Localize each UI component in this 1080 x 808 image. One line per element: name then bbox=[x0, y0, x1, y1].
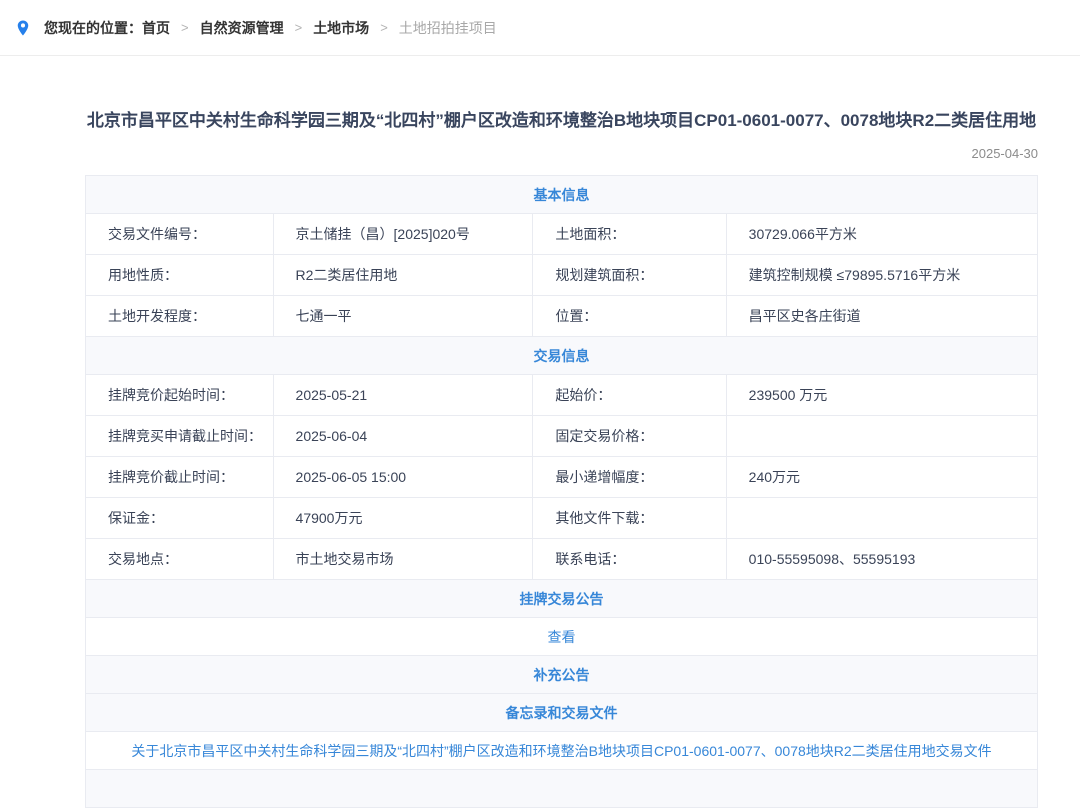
field-label: 交易地点： bbox=[86, 539, 274, 580]
field-label: 固定交易价格： bbox=[533, 416, 726, 457]
partial-next-section-row bbox=[86, 770, 1038, 808]
section-header-trade-info: 交易信息 bbox=[86, 337, 1038, 375]
field-value: 建筑控制规模 ≤79895.5716平方米 bbox=[726, 255, 1037, 296]
field-label: 保证金： bbox=[86, 498, 274, 539]
breadcrumb-item-home[interactable]: 首页 bbox=[142, 18, 170, 38]
publish-date: 2025-04-30 bbox=[85, 146, 1038, 161]
field-value: 昌平区史各庄街道 bbox=[726, 296, 1037, 337]
breadcrumb-separator: > bbox=[295, 20, 303, 35]
document-link-row: 关于北京市昌平区中关村生命科学园三期及“北四村”棚户区改造和环境整治B地块项目C… bbox=[86, 732, 1038, 770]
field-label: 挂牌竞价起始时间： bbox=[86, 375, 274, 416]
field-value bbox=[726, 498, 1037, 539]
field-value bbox=[726, 416, 1037, 457]
breadcrumb-item-natural-resources[interactable]: 自然资源管理 bbox=[200, 18, 284, 38]
field-value: 市土地交易市场 bbox=[273, 539, 533, 580]
field-label: 挂牌竞买申请截止时间： bbox=[86, 416, 274, 457]
table-row: 挂牌竞价截止时间： 2025-06-05 15:00 最小递增幅度： 240万元 bbox=[86, 457, 1038, 498]
section-header-label: 补充公告 bbox=[86, 656, 1038, 694]
main-content: 北京市昌平区中关村生命科学园三期及“北四村”棚户区改造和环境整治B地块项目CP0… bbox=[85, 106, 1038, 808]
table-row: 挂牌竞买申请截止时间： 2025-06-04 固定交易价格： bbox=[86, 416, 1038, 457]
field-value: 京土储挂（昌）[2025]020号 bbox=[273, 214, 533, 255]
table-row: 挂牌竞价起始时间： 2025-05-21 起始价： 239500 万元 bbox=[86, 375, 1038, 416]
field-value: 240万元 bbox=[726, 457, 1037, 498]
breadcrumb-item-land-market[interactable]: 土地市场 bbox=[313, 18, 369, 38]
partial-row-cell bbox=[86, 770, 1038, 808]
table-row: 交易文件编号： 京土储挂（昌）[2025]020号 土地面积： 30729.06… bbox=[86, 214, 1038, 255]
field-label: 用地性质： bbox=[86, 255, 274, 296]
section-header-label: 挂牌交易公告 bbox=[86, 580, 1038, 618]
table-row: 土地开发程度： 七通一平 位置： 昌平区史各庄街道 bbox=[86, 296, 1038, 337]
field-label: 最小递增幅度： bbox=[533, 457, 726, 498]
breadcrumb-prefix: 您现在的位置： bbox=[44, 18, 142, 38]
breadcrumb-item-current: 土地招拍挂项目 bbox=[399, 18, 497, 38]
section-header-supplement-announcement: 补充公告 bbox=[86, 656, 1038, 694]
field-value: 30729.066平方米 bbox=[726, 214, 1037, 255]
trade-document-link[interactable]: 关于北京市昌平区中关村生命科学园三期及“北四村”棚户区改造和环境整治B地块项目C… bbox=[131, 743, 991, 759]
section-header-listing-announcement: 挂牌交易公告 bbox=[86, 580, 1038, 618]
field-value: 2025-06-05 15:00 bbox=[273, 457, 533, 498]
field-label: 土地开发程度： bbox=[86, 296, 274, 337]
announcement-view-row: 查看 bbox=[86, 618, 1038, 656]
breadcrumb-separator: > bbox=[380, 20, 388, 35]
field-value: R2二类居住用地 bbox=[273, 255, 533, 296]
field-label: 土地面积： bbox=[533, 214, 726, 255]
table-row: 保证金： 47900万元 其他文件下载： bbox=[86, 498, 1038, 539]
section-header-memo-documents: 备忘录和交易文件 bbox=[86, 694, 1038, 732]
table-row: 交易地点： 市土地交易市场 联系电话： 010-55595098、5559519… bbox=[86, 539, 1038, 580]
field-label: 其他文件下载： bbox=[533, 498, 726, 539]
section-header-label: 备忘录和交易文件 bbox=[86, 694, 1038, 732]
section-header-label: 基本信息 bbox=[86, 176, 1038, 214]
field-label: 交易文件编号： bbox=[86, 214, 274, 255]
field-value: 七通一平 bbox=[273, 296, 533, 337]
field-value: 239500 万元 bbox=[726, 375, 1037, 416]
page-title: 北京市昌平区中关村生命科学园三期及“北四村”棚户区改造和环境整治B地块项目CP0… bbox=[85, 106, 1038, 136]
field-value: 2025-05-21 bbox=[273, 375, 533, 416]
location-pin-icon bbox=[14, 19, 32, 37]
land-parcel-info-table: 基本信息 交易文件编号： 京土储挂（昌）[2025]020号 土地面积： 307… bbox=[85, 175, 1038, 808]
field-label: 位置： bbox=[533, 296, 726, 337]
table-row: 用地性质： R2二类居住用地 规划建筑面积： 建筑控制规模 ≤79895.571… bbox=[86, 255, 1038, 296]
field-value: 010-55595098、55595193 bbox=[726, 539, 1037, 580]
field-label: 联系电话： bbox=[533, 539, 726, 580]
field-value: 2025-06-04 bbox=[273, 416, 533, 457]
field-label: 起始价： bbox=[533, 375, 726, 416]
section-header-basic-info: 基本信息 bbox=[86, 176, 1038, 214]
breadcrumb-separator: > bbox=[181, 20, 189, 35]
field-label: 挂牌竞价截止时间： bbox=[86, 457, 274, 498]
breadcrumb: 您现在的位置： 首页 > 自然资源管理 > 土地市场 > 土地招拍挂项目 bbox=[0, 0, 1080, 56]
view-announcement-link[interactable]: 查看 bbox=[548, 629, 576, 645]
field-value: 47900万元 bbox=[273, 498, 533, 539]
section-header-label: 交易信息 bbox=[86, 337, 1038, 375]
field-label: 规划建筑面积： bbox=[533, 255, 726, 296]
